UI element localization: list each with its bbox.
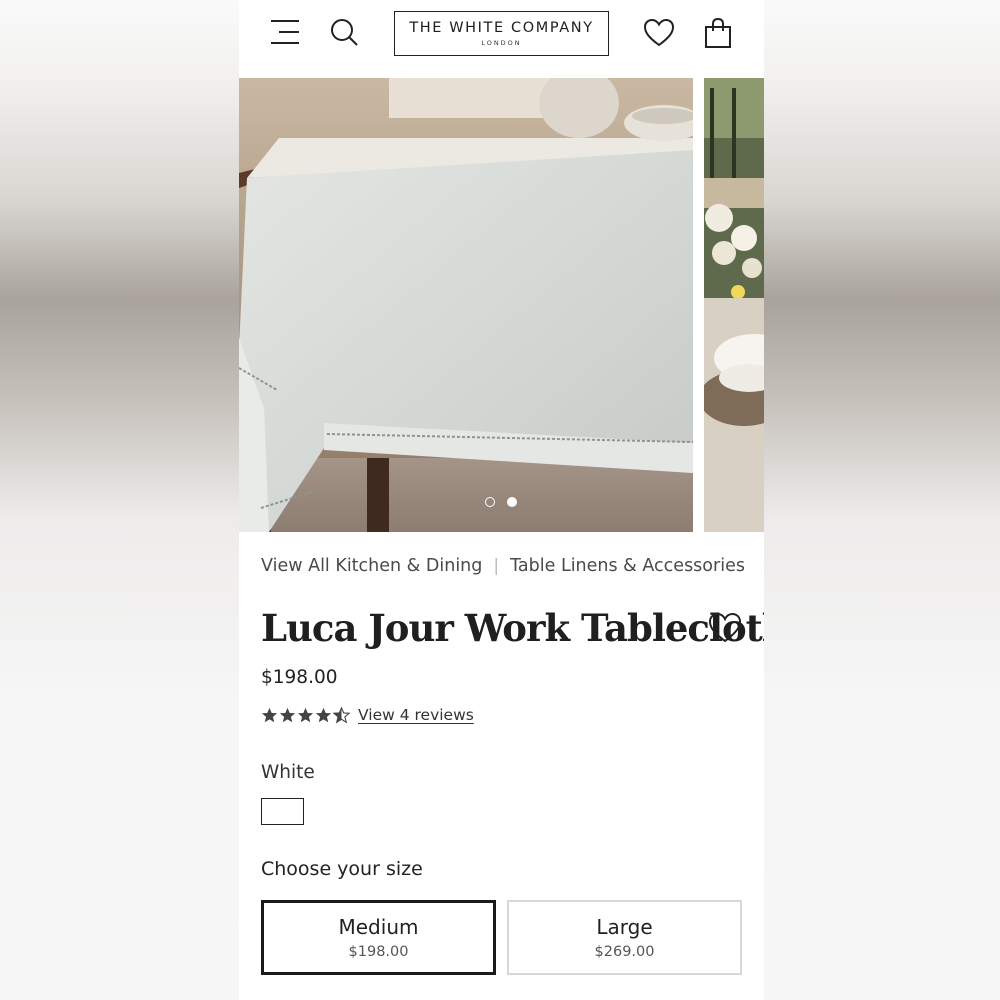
star-half-icon xyxy=(333,706,350,723)
shopping-bag-icon[interactable] xyxy=(703,17,733,49)
heart-icon[interactable] xyxy=(643,18,675,48)
star-rating xyxy=(261,706,350,724)
size-name: Large xyxy=(596,915,653,939)
rating-row: View 4 reviews xyxy=(261,706,474,724)
size-name: Medium xyxy=(338,915,419,939)
star-full-icon xyxy=(315,707,332,722)
menu-icon[interactable] xyxy=(269,17,301,47)
carousel-dot-active[interactable] xyxy=(485,497,495,507)
star-full-icon xyxy=(279,707,296,722)
product-price: $198.00 xyxy=(261,667,338,688)
breadcrumb-separator: | xyxy=(493,556,500,576)
breadcrumb-link-kitchen-dining[interactable]: View All Kitchen & Dining xyxy=(261,556,482,576)
top-header: THE WHITE COMPANY LONDON xyxy=(239,0,764,78)
view-reviews-link[interactable]: View 4 reviews xyxy=(358,706,474,724)
colour-swatch-white[interactable] xyxy=(261,798,304,825)
breadcrumb-link-table-linens[interactable]: Table Linens & Accessories xyxy=(510,556,745,576)
brand-subtitle: LONDON xyxy=(481,39,522,47)
product-title: Luca Jour Work Tablecloth xyxy=(261,606,764,650)
carousel-dots xyxy=(485,497,517,507)
size-heading: Choose your size xyxy=(261,858,423,880)
product-page: THE WHITE COMPANY LONDON View All Kitche… xyxy=(239,0,764,1000)
size-option-large[interactable]: Large $269.00 xyxy=(507,900,742,975)
size-price: $198.00 xyxy=(348,944,409,960)
product-image-carousel[interactable] xyxy=(239,78,764,532)
breadcrumb: View All Kitchen & Dining | Table Linens… xyxy=(261,556,745,576)
brand-logo[interactable]: THE WHITE COMPANY LONDON xyxy=(394,11,609,56)
add-to-wishlist-heart-icon[interactable] xyxy=(708,612,742,644)
size-price: $269.00 xyxy=(594,944,655,960)
tablecloth-image xyxy=(239,78,693,532)
brand-name: THE WHITE COMPANY xyxy=(409,20,594,36)
size-option-medium[interactable]: Medium $198.00 xyxy=(261,900,496,975)
colour-label: White xyxy=(261,762,315,783)
table-setting-image xyxy=(704,78,764,532)
search-icon[interactable] xyxy=(329,17,359,47)
star-full-icon xyxy=(297,707,314,722)
carousel-dot[interactable] xyxy=(507,497,517,507)
star-full-icon xyxy=(261,707,278,722)
